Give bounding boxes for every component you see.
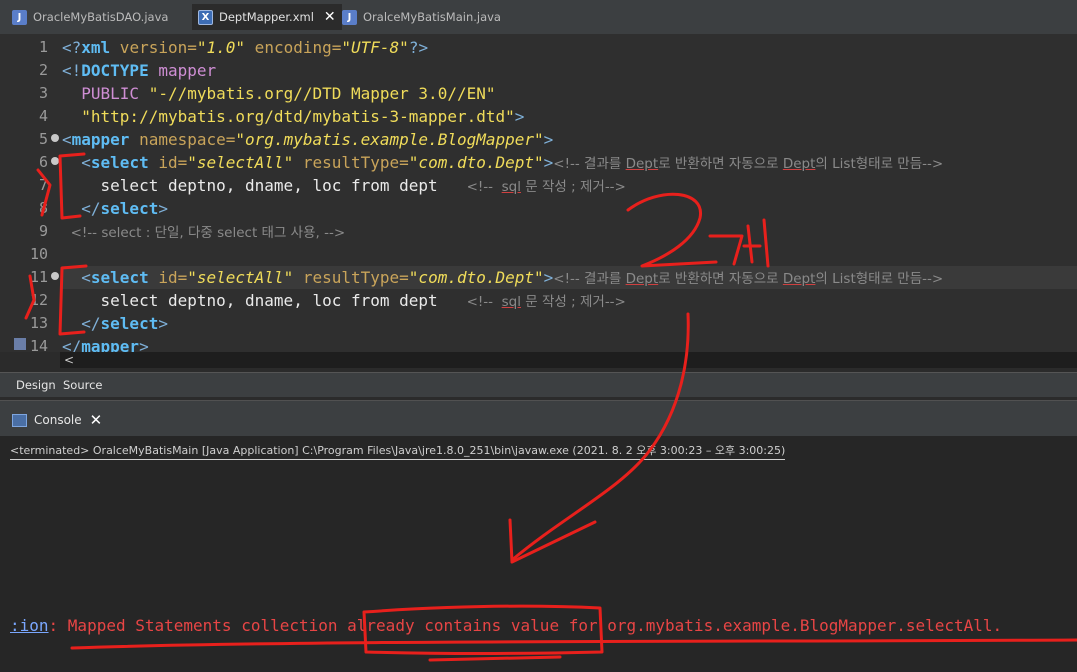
error-text: : Mapped Statements collection already c… (48, 616, 1003, 635)
fold-toggle-icon[interactable] (51, 134, 59, 142)
code-line: <mapper namespace="org.mybatis.example.B… (62, 130, 554, 149)
line-number: 13 (29, 314, 48, 332)
code-line: <?xml version="1.0" encoding="UTF-8"?> (62, 38, 429, 57)
line-number: 7 (38, 176, 48, 194)
code-line: <!-- select : 단일, 다중 select 태그 사용, --> (62, 225, 346, 241)
java-file-icon: J (342, 9, 357, 25)
line-number: 12 (29, 291, 48, 309)
line-number: 2 (38, 61, 48, 79)
fold-toggle-icon[interactable] (51, 272, 59, 280)
line-number: 14 (29, 337, 48, 355)
tab-dept-mapper-xml[interactable]: X DeptMapper.xml ✕ (192, 4, 342, 30)
code-line: </select> (62, 314, 168, 333)
horizontal-scrollbar[interactable]: < (60, 352, 1077, 368)
console-icon (12, 413, 27, 427)
exception-link[interactable]: :ion (10, 616, 49, 635)
code-line-current: <select id="selectAll" resultType="com.d… (62, 266, 1077, 289)
close-icon[interactable]: ✕ (324, 9, 336, 25)
tab-oralce-mybatis-main[interactable]: J OralceMyBatisMain.java (342, 4, 501, 30)
overview-ruler-marker (14, 338, 26, 350)
editor-mode-tabs: Design Source (0, 372, 1077, 397)
tab-console[interactable]: Console ✕ (12, 411, 102, 429)
scroll-left-icon[interactable]: < (64, 352, 74, 368)
line-number: 6 (38, 153, 48, 171)
line-number-gutter: 1 2 3 4 5 6 7 8 9 10 11 12 13 14 (0, 34, 60, 355)
line-number: 11 (29, 268, 48, 286)
terminated-status: <terminated> OralceMyBatisMain [Java App… (10, 442, 786, 460)
code-area[interactable]: <?xml version="1.0" encoding="UTF-8"?> <… (62, 36, 1077, 354)
line-number: 5 (38, 130, 48, 148)
console-output[interactable]: <terminated> OralceMyBatisMain [Java App… (0, 436, 1077, 672)
code-line: </select> (62, 199, 168, 218)
line-number: 10 (29, 245, 48, 263)
code-line: PUBLIC "-//mybatis.org//DTD Mapper 3.0//… (62, 84, 496, 103)
close-icon[interactable]: ✕ (90, 411, 103, 429)
code-line: "http://mybatis.org/dtd/mybatis-3-mapper… (81, 107, 525, 126)
fold-toggle-icon[interactable] (51, 157, 59, 165)
code-line: <!DOCTYPE mapper (62, 61, 217, 80)
tab-label: OralceMyBatisMain.java (363, 10, 501, 24)
java-file-icon: J (12, 9, 27, 25)
tab-label: DeptMapper.xml (219, 10, 314, 24)
xml-file-icon: X (198, 9, 213, 25)
tab-design[interactable]: Design (16, 378, 56, 392)
tab-label: OracleMyBatisDAO.java (33, 10, 169, 24)
console-tab-bar: Console ✕ (0, 400, 1077, 437)
code-line: <select id="selectAll" resultType="com.d… (62, 153, 944, 172)
line-number: 1 (38, 38, 48, 56)
line-number: 9 (38, 222, 48, 240)
console-tab-label: Console (34, 413, 82, 427)
code-line: select deptno, dname, loc from dept <!--… (62, 176, 626, 195)
editor-tab-bar: J OracleMyBatisDAO.java X DeptMapper.xml… (0, 0, 1077, 34)
error-message: :ion: Mapped Statements collection alrea… (10, 616, 1002, 635)
tab-oracle-mybatis-dao[interactable]: J OracleMyBatisDAO.java (12, 4, 168, 30)
xml-editor[interactable]: 1 2 3 4 5 6 7 8 9 10 11 12 13 14 <?xml v… (0, 34, 1077, 355)
line-number: 8 (38, 199, 48, 217)
line-number: 4 (38, 107, 48, 125)
tab-source[interactable]: Source (63, 378, 103, 392)
code-line: select deptno, dname, loc from dept <!--… (62, 291, 626, 310)
line-number: 3 (38, 84, 48, 102)
